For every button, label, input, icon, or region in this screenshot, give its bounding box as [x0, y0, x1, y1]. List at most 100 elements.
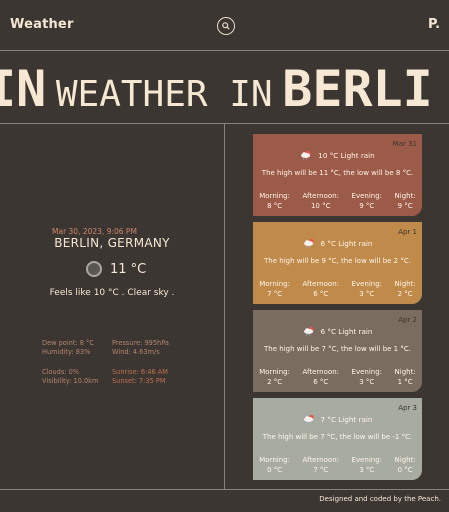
cloud-rain-icon: [303, 326, 314, 336]
forecast-date: Apr 1: [398, 228, 417, 236]
forecast-dayparts: Morning: 2 °C Afternoon: 6 °C Evening: 3 °C Ni…: [253, 367, 422, 387]
daypart-label: Evening:: [351, 192, 383, 200]
daypart-label: Night:: [394, 192, 416, 200]
daypart-temp: 9 °C: [359, 202, 375, 210]
daypart-temp: 3 °C: [359, 290, 375, 298]
forecast-summary: 10 °C Light rain: [318, 150, 375, 160]
divider-bottom: [0, 489, 449, 490]
daypart: Evening: 3 °C: [352, 279, 383, 299]
current-datetime: Mar 30, 2023, 9:06 PM: [52, 227, 137, 236]
daypart-label: Evening:: [351, 368, 383, 376]
daypart-label: Morning:: [259, 192, 290, 200]
forecast-summary-row: 10 °C Light rain: [253, 150, 422, 160]
forecast-summary: 6 °C Light rain: [320, 326, 373, 336]
meta-dew-humidity: Dew point: 8 °C Humidity: 83%: [42, 339, 94, 357]
daypart-temp: 9 °C: [397, 202, 413, 210]
forecast-card[interactable]: Apr 2 6 °C Light rain The high will be 7 °…: [253, 310, 422, 392]
forecast-date: Mar 31: [392, 140, 417, 148]
forecast-card[interactable]: Mar 31 10 °C Light rain The high will be 1…: [253, 134, 422, 216]
current-weather-panel: Mar 30, 2023, 9:06 PM BERLIN, GERMANY 11…: [0, 124, 224, 489]
daypart-label: Morning:: [259, 280, 290, 288]
search-button[interactable]: [217, 17, 235, 35]
daypart-temp: 7 °C: [267, 290, 283, 298]
dew-point: Dew point: 8 °C: [42, 339, 94, 347]
daypart-label: Evening:: [351, 456, 383, 464]
hero-city: BERLI: [282, 60, 433, 118]
daypart-temp: 2 °C: [397, 290, 413, 298]
hero-middle: WEATHER IN: [55, 74, 273, 115]
divider-vertical: [224, 124, 225, 489]
hero-marquee: IN WEATHER IN BERLI: [0, 60, 433, 118]
daypart-temp: 0 °C: [267, 466, 283, 474]
hero-prefix: IN: [0, 60, 47, 118]
meta-sun: Sunrise: 6:46 AM Sunset: 7:35 PM: [112, 368, 168, 386]
daypart: Morning: 7 °C: [259, 279, 290, 299]
daypart: Morning: 2 °C: [259, 367, 290, 387]
daypart-label: Evening:: [351, 280, 383, 288]
visibility: Visibility: 10.0km: [42, 377, 99, 385]
sunset: Sunset: 7:35 PM: [112, 377, 166, 385]
forecast-high-low: The high will be 7 °C, the low will be -…: [262, 433, 413, 441]
forecast-dayparts: Morning: 8 °C Afternoon: 10 °C Evening: 9 °C N…: [253, 191, 422, 211]
forecast-summary-row: 7 °C Light rain: [253, 414, 422, 424]
forecast-date: Apr 3: [398, 404, 417, 412]
daypart-temp: 0 °C: [397, 466, 413, 474]
daypart-temp: 3 °C: [359, 378, 375, 386]
current-temp: 11 °C: [110, 261, 147, 277]
daypart: Afternoon: 6 °C: [303, 367, 339, 387]
daypart-temp: 6 °C: [313, 290, 329, 298]
cloud-rain-icon: [303, 238, 314, 248]
top-bar: Weather P.: [0, 0, 449, 50]
daypart-label: Morning:: [259, 456, 290, 464]
footer-credit: Designed and coded by the Peach.: [319, 495, 441, 503]
meta-clouds-visibility: Clouds: 0% Visibility: 10.0km: [42, 368, 98, 386]
forecast-dayparts: Morning: 7 °C Afternoon: 6 °C Evening: 3 °C Ni…: [253, 279, 422, 299]
daypart-label: Afternoon:: [302, 192, 339, 200]
daypart: Afternoon: 6 °C: [303, 279, 339, 299]
daypart: Afternoon: 10 °C: [303, 191, 339, 211]
daypart: Night: 9 °C: [395, 191, 416, 211]
daypart: Morning: 0 °C: [259, 455, 290, 475]
forecast-summary: 6 °C Light rain: [320, 238, 373, 248]
brand-logo[interactable]: Weather: [10, 17, 74, 32]
pressure: Pressure: 995hPa: [112, 339, 169, 347]
daypart: Morning: 8 °C: [259, 191, 290, 211]
humidity: Humidity: 83%: [42, 348, 91, 356]
daypart-temp: 6 °C: [313, 378, 329, 386]
forecast-high-low: The high will be 9 °C, the low will be 2…: [264, 257, 411, 265]
meta-pressure-wind: Pressure: 995hPa Wind: 4.63m/s: [112, 339, 169, 357]
daypart-label: Afternoon:: [302, 456, 339, 464]
forecast-card[interactable]: Apr 1 6 °C Light rain The high will be 9 °…: [253, 222, 422, 304]
sunrise: Sunrise: 6:46 AM: [112, 368, 168, 376]
daypart-temp: 1 °C: [397, 378, 413, 386]
forecast-dayparts: Morning: 0 °C Afternoon: 7 °C Evening: 3 °C Ni…: [253, 455, 422, 475]
daypart-label: Morning:: [259, 368, 290, 376]
daypart-label: Afternoon:: [302, 368, 339, 376]
daypart: Afternoon: 7 °C: [303, 455, 339, 475]
daypart-label: Night:: [394, 280, 416, 288]
forecast-high-low: The high will be 7 °C, the low will be 1…: [264, 345, 411, 353]
daypart-temp: 3 °C: [359, 466, 375, 474]
feels-like-text: Feels like 10 °C . Clear sky .: [49, 288, 175, 298]
wind: Wind: 4.63m/s: [112, 348, 160, 356]
forecast-card[interactable]: Apr 3 7 °C Light rain The high will be 7 °…: [253, 398, 422, 480]
daypart: Night: 1 °C: [395, 367, 416, 387]
hero-banner: IN WEATHER IN BERLI: [0, 50, 449, 123]
daypart: Night: 2 °C: [395, 279, 416, 299]
forecast-summary-row: 6 °C Light rain: [253, 238, 422, 248]
daypart: Evening: 3 °C: [352, 367, 383, 387]
daypart-label: Afternoon:: [302, 280, 339, 288]
profile-initial[interactable]: P.: [428, 17, 440, 32]
daypart-label: Night:: [394, 456, 416, 464]
daypart: Night: 0 °C: [395, 455, 416, 475]
cloud-rain-icon: [303, 414, 314, 424]
daypart-temp: 2 °C: [267, 378, 283, 386]
daypart: Evening: 3 °C: [352, 455, 383, 475]
daypart-temp: 10 °C: [310, 202, 331, 210]
current-city: BERLIN, GERMANY: [54, 236, 170, 250]
forecast-list: Mar 31 10 °C Light rain The high will be 1…: [253, 134, 422, 486]
daypart-label: Night:: [394, 368, 416, 376]
search-icon: [222, 22, 230, 30]
cloud-rain-icon: [301, 150, 311, 160]
forecast-summary: 7 °C Light rain: [320, 414, 373, 424]
